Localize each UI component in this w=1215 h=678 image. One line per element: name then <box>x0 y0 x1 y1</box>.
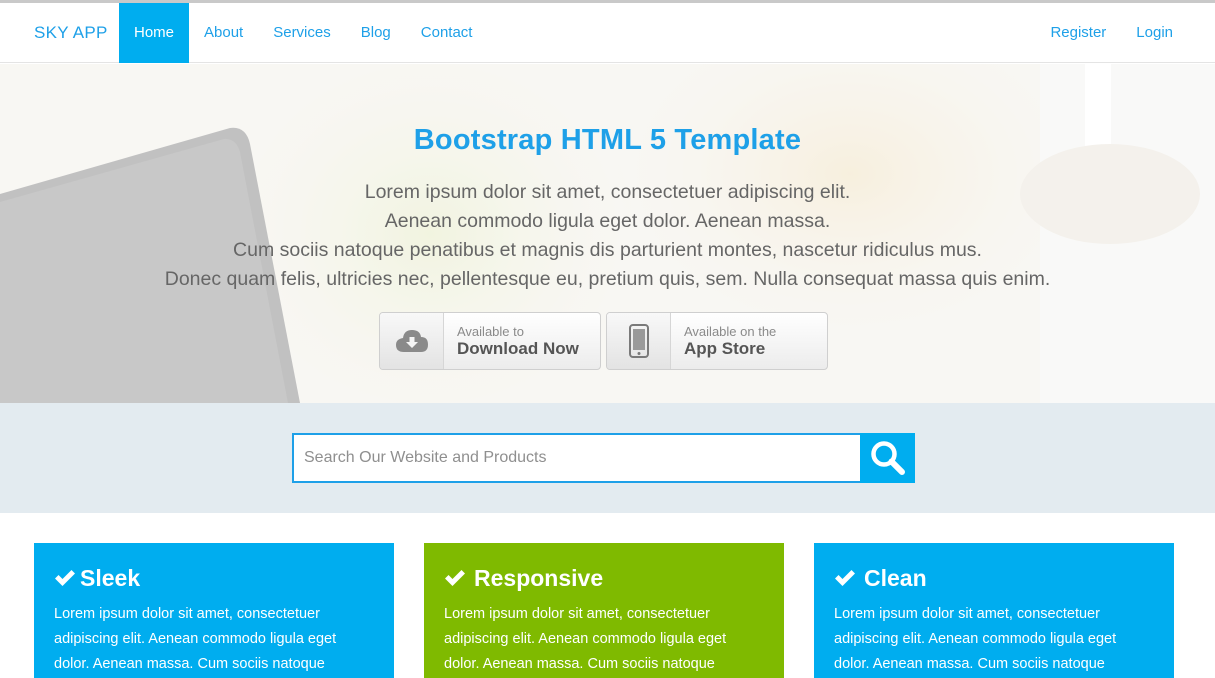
check-icon <box>444 569 466 587</box>
app-store-label: App Store <box>684 339 766 358</box>
app-store-button[interactable]: Available on the App Store <box>606 312 828 370</box>
feature-card-clean: Clean Lorem ipsum dolor sit amet, consec… <box>814 543 1174 678</box>
nav-item-services[interactable]: Services <box>258 3 346 63</box>
feature-title: Sleek <box>80 564 141 591</box>
hero-line: Aenean commodo ligula eget dolor. Aenean… <box>384 210 831 232</box>
brand-logo[interactable]: SKY APP <box>34 3 108 63</box>
smartphone-icon <box>607 313 671 369</box>
download-now-button[interactable]: Available to Download Now <box>379 312 601 370</box>
feature-title: Clean <box>864 564 927 591</box>
nav-item-register[interactable]: Register <box>1035 3 1121 63</box>
nav-item-blog[interactable]: Blog <box>346 3 406 63</box>
download-button-subtext: Available to <box>457 324 524 339</box>
cloud-download-icon <box>380 313 444 369</box>
feature-card-responsive: Responsive Lorem ipsum dolor sit amet, c… <box>424 543 784 678</box>
search-section <box>0 403 1215 513</box>
nav-item-home[interactable]: Home <box>119 3 190 63</box>
check-icon <box>834 569 856 587</box>
hero-line: Donec quam felis, ultricies nec, pellent… <box>164 268 1051 290</box>
nav-menu-left: Home About Services Blog Contact <box>119 3 487 63</box>
check-icon <box>54 569 76 587</box>
hero-line: Cum sociis natoque penatibus et magnis d… <box>233 239 982 261</box>
search-input[interactable] <box>292 433 861 483</box>
hero-description: Lorem ipsum dolor sit amet, consectetuer… <box>0 178 1215 294</box>
feature-text: Lorem ipsum dolor sit amet, consectetuer… <box>834 606 1117 672</box>
hero-section: Bootstrap HTML 5 Template Lorem ipsum do… <box>0 64 1215 403</box>
navbar: SKY APP Home About Services Blog Contact… <box>0 3 1215 63</box>
app-store-subtext: Available on the <box>684 324 777 339</box>
download-button-label: Download Now <box>457 339 579 358</box>
feature-text: Lorem ipsum dolor sit amet, consectetuer… <box>444 606 727 672</box>
nav-menu-right: Register Login <box>1035 3 1188 63</box>
search-button[interactable] <box>860 433 915 483</box>
nav-item-about[interactable]: About <box>189 3 258 63</box>
hero-line: Lorem ipsum dolor sit amet, consectetuer… <box>364 181 851 203</box>
feature-card-sleek: Sleek Lorem ipsum dolor sit amet, consec… <box>34 543 394 678</box>
search-icon <box>870 441 905 475</box>
hero-title: Bootstrap HTML 5 Template <box>413 124 802 156</box>
feature-text: Lorem ipsum dolor sit amet, consectetuer… <box>54 606 337 672</box>
nav-item-login[interactable]: Login <box>1121 3 1188 63</box>
nav-item-contact[interactable]: Contact <box>406 3 488 63</box>
feature-title: Responsive <box>474 564 604 591</box>
